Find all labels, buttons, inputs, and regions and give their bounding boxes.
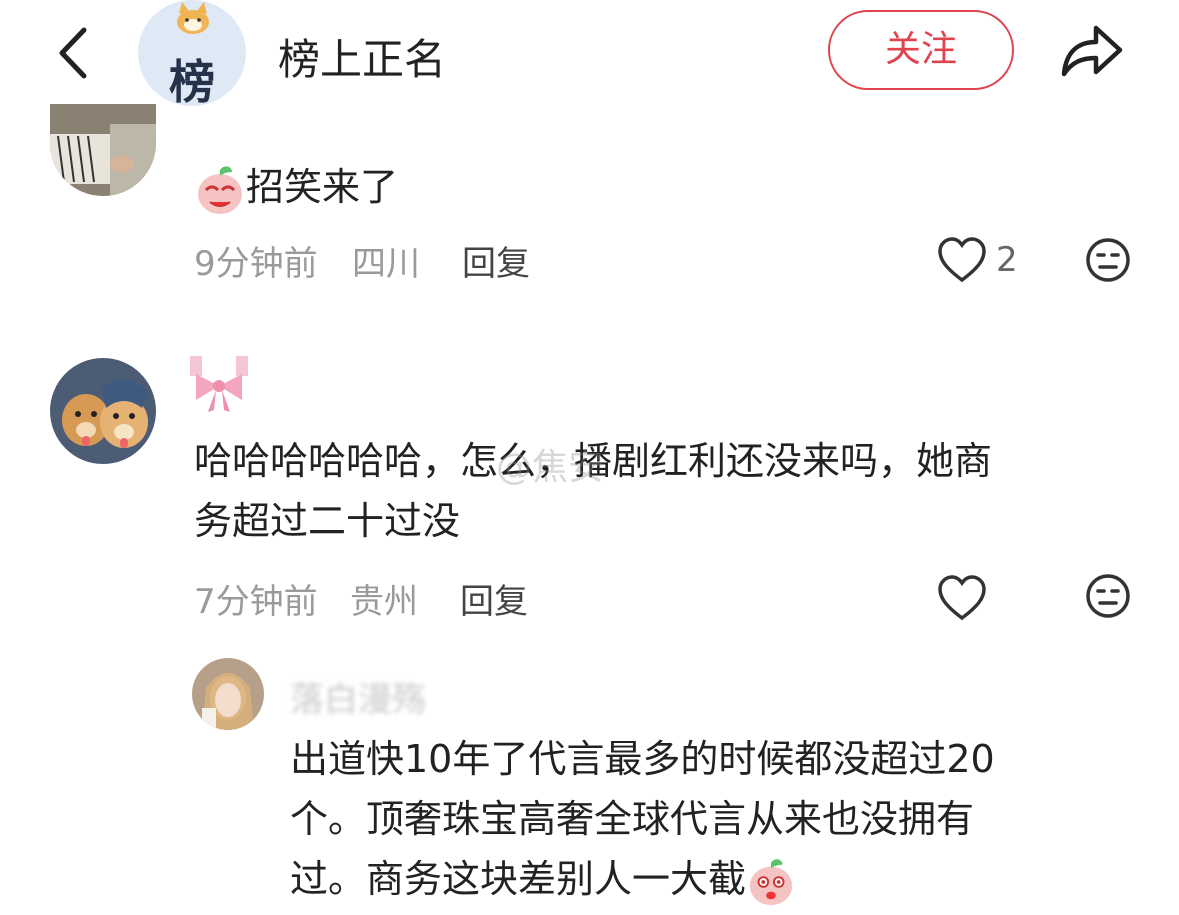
share-button[interactable] [1056,16,1128,86]
heart-icon [938,237,986,283]
piano-photo [50,104,156,196]
comment-page: 榜 榜上正名 关注 招笑来了 9分钟前 四川 回复 2 哈哈哈哈哈哈，怎么，播剧… [0,0,1179,915]
commenter-avatar[interactable] [50,358,156,464]
reply-line: 过。商务这块差别人一大截 [290,857,747,901]
reply-avatar[interactable] [192,658,264,730]
watermark: @焦安 [496,447,605,488]
reply-line-3: 过。商务这块差别人一大截 [290,850,1130,908]
comment-location: 四川 [352,244,420,284]
comment-time: 7分钟前 [194,582,318,622]
dislike-button[interactable] [1084,572,1132,620]
share-icon [1061,25,1123,77]
comment-location: 贵州 [350,582,418,622]
like-button[interactable] [936,236,988,286]
comment-time: 9分钟前 [194,244,318,284]
dogs-photo [50,358,156,464]
account-avatar[interactable]: 榜 [138,0,246,106]
girl-photo [192,658,264,730]
avatar-char: 榜 [169,55,215,106]
cat-icon [177,2,209,34]
account-name[interactable]: 榜上正名 [278,26,446,87]
reply-text: 出道快10年了代言最多的时候都没超过20 个。顶奢珠宝高奢全球代言从来也没拥有 … [290,730,1130,908]
dislike-button[interactable] [1084,236,1132,284]
comment-body: 招笑来了 [246,165,399,209]
like-button[interactable] [936,574,988,624]
peach-emoji-icon [198,165,242,214]
reply-line: 出道快10年了代言最多的时候都没超过20 [290,737,995,781]
reply-line: 个。顶奢珠宝高奢全球代言从来也没拥有 [290,797,975,841]
bow-icon [190,356,248,412]
peach-emoji-icon [749,858,793,905]
comment-line: 务超过二十过没 [194,499,461,543]
dislike-face-icon [1086,574,1130,618]
dislike-face-icon [1086,238,1130,282]
heart-icon [938,575,986,621]
commenter-avatar[interactable] [50,104,156,196]
comment-text: 哈哈哈哈哈哈，怎么，播剧红利还没来吗，她商 务超过二十过没 [194,432,1114,550]
comment-text: 招笑来了 [194,158,398,216]
like-count: 2 [996,240,1018,280]
follow-button[interactable]: 关注 [828,10,1014,90]
header-bar: 榜 榜上正名 关注 [0,0,1179,110]
back-icon [59,27,87,79]
comment-line: 哈哈哈哈哈哈，怎么，播剧红利还没来吗，她商 [194,439,993,483]
reply-button[interactable]: 回复 [462,236,530,285]
back-button[interactable] [48,18,104,88]
bow-decoration [190,356,248,414]
reply-username[interactable]: 落白漫殇 [290,672,426,721]
reply-button[interactable]: 回复 [460,574,528,623]
